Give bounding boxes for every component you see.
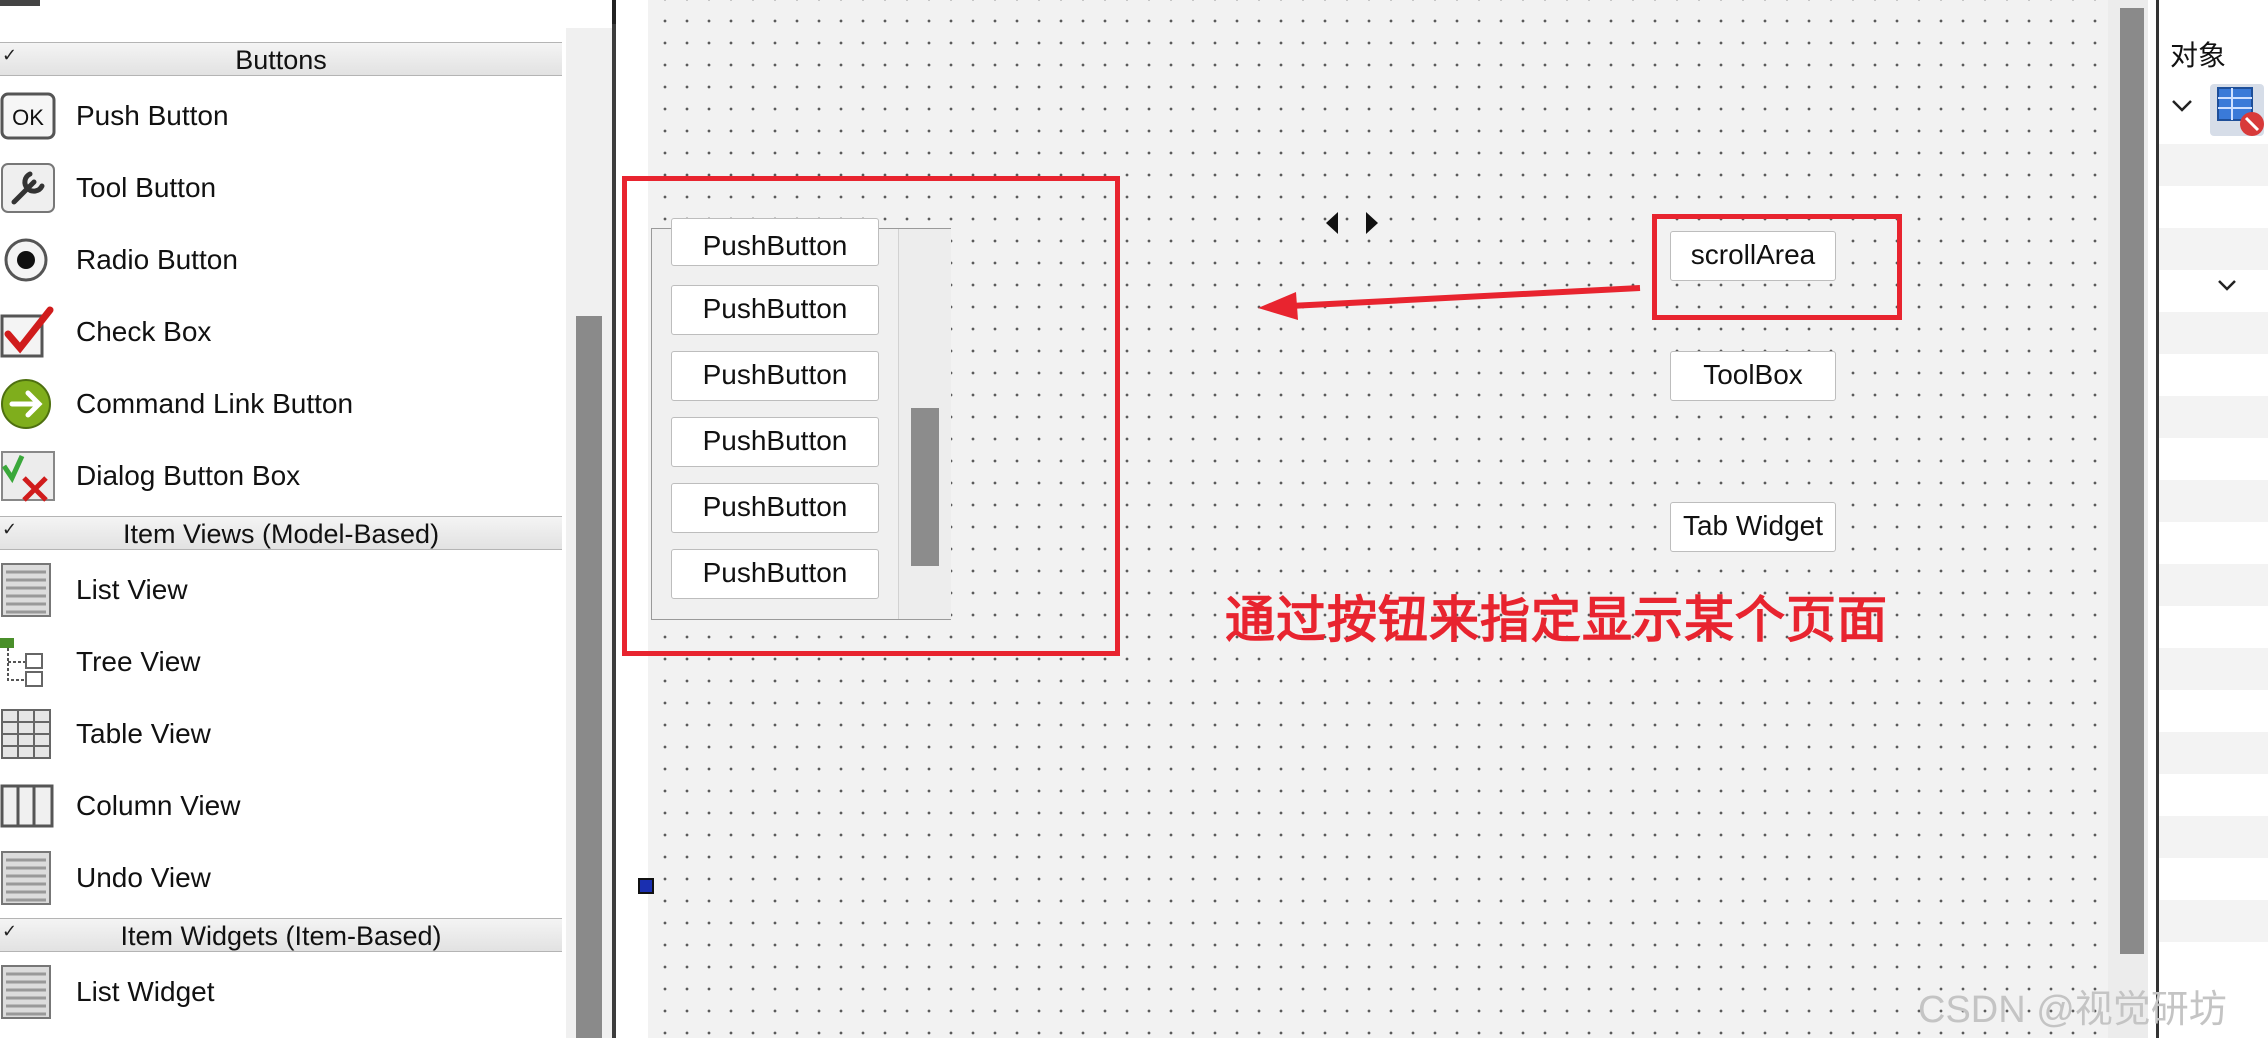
widget-item-dialog-button-box[interactable]: Dialog Button Box (0, 440, 562, 512)
radio-icon (4, 238, 48, 282)
widget-item-label: Command Link Button (76, 388, 354, 419)
object-inspector-row[interactable] (2159, 312, 2268, 354)
category-label: Item Views (Model-Based) (122, 519, 440, 549)
list-icon (1, 563, 51, 617)
category-header-item-views[interactable]: ✓ Item Views (Model-Based) (0, 516, 562, 550)
arrow-right-icon (1, 379, 51, 429)
widget-item-label: List View (76, 574, 188, 605)
highlight-box-scroll-area-button (1652, 214, 1902, 320)
category-header-item-widgets[interactable]: ✓ Item Widgets (Item-Based) (0, 918, 562, 952)
toolbox-button[interactable]: ToolBox (1670, 351, 1836, 401)
widget-item-label: List Widget (76, 976, 215, 1007)
tab-widget-button[interactable]: Tab Widget (1670, 502, 1836, 552)
category-label: Buttons (235, 45, 327, 75)
check-cross-icon (1, 451, 55, 502)
widget-item-table-view[interactable]: Table View (0, 698, 562, 770)
widget-item-label: Dialog Button Box (76, 460, 301, 491)
object-inspector-row[interactable] (2159, 186, 2268, 228)
object-inspector-row[interactable] (2159, 228, 2268, 270)
selection-handle[interactable] (638, 878, 654, 894)
category-label: Item Widgets (Item-Based) (120, 921, 442, 951)
highlight-box-scroll-area (622, 176, 1120, 656)
ok-icon: OK (0, 92, 56, 140)
widget-item-tree-view[interactable]: Tree View (0, 626, 562, 698)
widget-box-panel: ✓ Buttons OK Push Button Tool Button Rad… (0, 0, 566, 1038)
object-inspector-row[interactable] (2159, 396, 2268, 438)
object-inspector-row[interactable] (2159, 648, 2268, 690)
object-inspector-row[interactable] (2159, 732, 2268, 774)
object-inspector-row[interactable] (2159, 480, 2268, 522)
widget-item-list-view[interactable]: List View (0, 554, 562, 626)
table-icon (1, 709, 51, 759)
widget-item-label: Tree View (76, 646, 201, 677)
columns-icon (0, 784, 54, 828)
widget-item-label: Tool Button (76, 172, 217, 203)
widget-item-radio-button[interactable]: Radio Button (0, 224, 562, 296)
widget-item-label: Push Button (76, 100, 229, 131)
panel-splitter[interactable] (612, 0, 616, 1038)
widget-item-label: Column View (76, 790, 241, 821)
chevron-down-icon[interactable] (2170, 96, 2194, 116)
panel-splitter-handle (612, 0, 616, 24)
annotation-arrow (1258, 285, 1641, 320)
svg-text:OK: OK (12, 105, 44, 130)
widget-item-column-view[interactable]: Column View (0, 770, 562, 842)
object-inspector-row[interactable] (2159, 900, 2268, 942)
widget-item-label: Radio Button (76, 244, 238, 275)
widget-item-tool-button[interactable]: Tool Button (0, 152, 562, 224)
canvas-scroll-thumb[interactable] (2120, 8, 2144, 954)
widget-item-check-box[interactable]: Check Box (0, 296, 562, 368)
widget-item-label: Table View (76, 718, 211, 749)
list-icon (1, 965, 51, 1019)
widget-item-label: Check Box (76, 316, 212, 347)
list-icon (1, 851, 51, 905)
category-header-buttons[interactable]: ✓ Buttons (0, 42, 562, 76)
category-header-fragment (0, 0, 40, 6)
widget-box-scroll-thumb[interactable] (576, 316, 602, 1038)
widget-item-command-link-button[interactable]: Command Link Button (0, 368, 562, 440)
widget-item-label: Undo View (76, 862, 211, 893)
chevron-down-icon[interactable] (2216, 276, 2238, 294)
annotation-text: 通过按钮来指定显示某个页面 (1225, 592, 1888, 648)
resize-handle-icon (1326, 212, 1378, 234)
watermark: CSDN @视觉研坊 (1918, 989, 2227, 1031)
wrench-icon (1, 163, 55, 213)
widget-item-list-widget[interactable]: List Widget (0, 956, 562, 1028)
form-object-icon (2210, 84, 2264, 136)
object-inspector-title: 对象 (2170, 40, 2227, 71)
widget-item-undo-view[interactable]: Undo View (0, 842, 562, 914)
object-inspector-row[interactable] (2159, 564, 2268, 606)
checkbox-icon (0, 306, 54, 358)
tree-icon (0, 638, 43, 687)
object-inspector-row[interactable] (2159, 816, 2268, 858)
object-inspector-row[interactable] (2159, 144, 2268, 186)
widget-item-push-button[interactable]: OK Push Button (0, 80, 562, 152)
